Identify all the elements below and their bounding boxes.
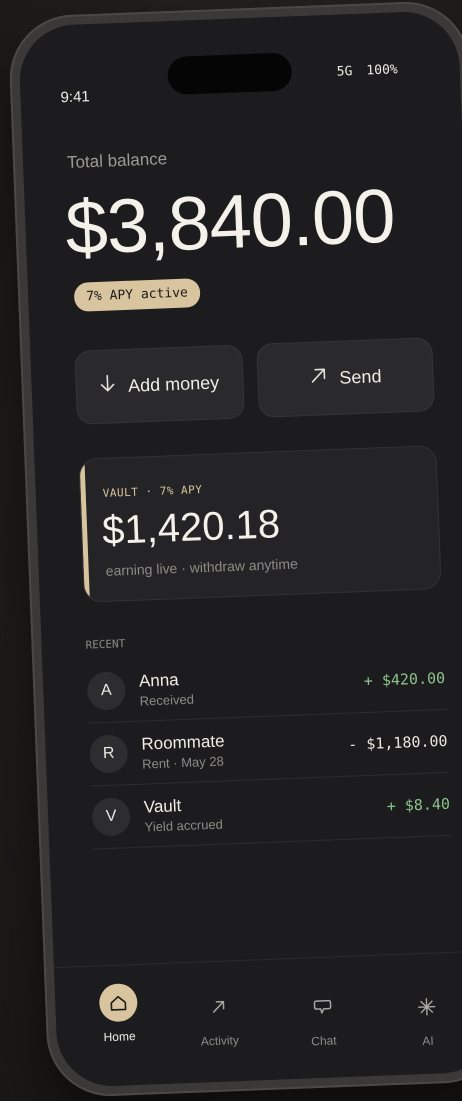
dynamic-island — [167, 52, 293, 96]
vault-amount: $1,420.18 — [101, 502, 281, 553]
arrow-up-right-icon — [309, 366, 328, 391]
add-money-button[interactable]: Add money — [74, 344, 245, 425]
status-time: 9:41 — [60, 88, 91, 107]
avatar: A — [86, 671, 127, 711]
transaction-text: Roommate Rent · May 28 — [141, 726, 349, 771]
send-button[interactable]: Send — [256, 337, 435, 418]
send-label: Send — [339, 365, 382, 388]
avatar: R — [89, 734, 129, 774]
tab-activity-label: Activity — [200, 1033, 240, 1049]
tab-activity[interactable]: Activity — [183, 987, 255, 1050]
arrow-up-right-icon — [199, 987, 238, 1026]
vault-label: VAULT · 7% APY — [102, 483, 203, 500]
vault-subtitle: earning live · withdraw anytime — [105, 555, 299, 579]
transaction-list: A Anna Received + $420.00 R Roommate Ren… — [86, 646, 452, 850]
vault-accent-bar — [79, 459, 90, 602]
home-icon — [98, 982, 139, 1023]
phone-frame: 9:41 5G 100% Total balance $3,840.00 7% … — [7, 0, 462, 1099]
tab-home-label: Home — [103, 1029, 136, 1045]
phone-screen: 9:41 5G 100% Total balance $3,840.00 7% … — [17, 9, 462, 1089]
balance-label: Total balance — [66, 149, 168, 173]
transaction-row[interactable]: V Vault Yield accrued + $8.40 — [90, 772, 452, 850]
apy-badge: 7% APY active — [73, 278, 201, 312]
sparkle-icon — [407, 987, 446, 1026]
transaction-amount: - $1,180.00 — [347, 731, 448, 754]
vault-card[interactable]: VAULT · 7% APY $1,420.18 earning live · … — [78, 445, 442, 603]
tab-chat-label: Chat — [310, 1033, 337, 1049]
transaction-amount: + $8.40 — [386, 794, 451, 816]
transaction-amount: + $420.00 — [363, 668, 446, 691]
arrow-down-icon — [100, 373, 117, 400]
recent-label: RECENT — [85, 637, 126, 652]
avatar: V — [91, 797, 131, 837]
battery-indicator: 100% — [366, 62, 398, 79]
balance-amount: $3,840.00 — [63, 173, 397, 272]
tab-bar: Home Activity Chat AI — [53, 950, 462, 1089]
tab-home[interactable]: Home — [83, 982, 155, 1045]
transaction-text: Vault Yield accrued — [143, 788, 387, 834]
chat-bubble-icon — [303, 987, 342, 1026]
tab-ai[interactable]: AI — [391, 987, 462, 1050]
tab-chat[interactable]: Chat — [287, 987, 359, 1050]
status-indicators: 5G 100% — [336, 62, 397, 79]
transaction-text: Anna Received — [139, 663, 365, 708]
network-indicator: 5G — [336, 64, 353, 80]
tab-ai-label: AI — [422, 1033, 434, 1049]
add-money-label: Add money — [127, 371, 220, 396]
